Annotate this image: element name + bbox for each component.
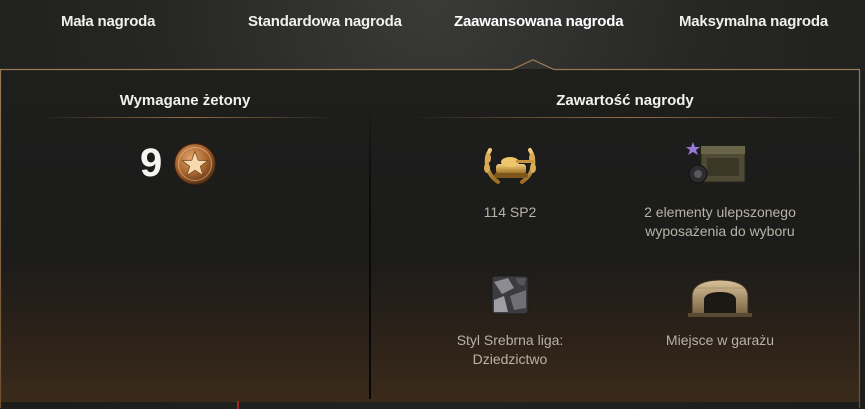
scroll-marker (237, 401, 239, 409)
reward-contents-title: Zawartość nagrody (556, 92, 694, 109)
tab-max-reward[interactable]: Maksymalna nagroda (679, 13, 828, 30)
tab-standard-reward[interactable]: Standardowa nagroda (248, 13, 402, 30)
reward-item-garage-slot[interactable]: Miejsce w garażu (640, 272, 800, 352)
star-token-icon (173, 142, 217, 186)
reward-item-style[interactable]: Styl Srebrna liga: Dziedzictwo (430, 272, 590, 372)
reward-item-equipment[interactable]: 2 elementy ulepszonego wyposażenia do wy… (615, 138, 825, 239)
style-camo-icon (491, 275, 529, 315)
reward-label: 114 SP2 (483, 204, 537, 220)
reward-tabs: Mała nagroda Standardowa nagroda Zaawans… (0, 0, 865, 48)
reward-label: Miejsce w garażu (665, 332, 775, 348)
reward-item-vehicle[interactable]: 114 SP2 (430, 138, 590, 220)
tank-laurel-icon (484, 148, 536, 184)
tab-small-reward[interactable]: Mała nagroda (61, 13, 155, 30)
reward-label: 2 elementy ulepszonego wyposażenia do wy… (644, 204, 796, 239)
reward-label: Styl Srebrna liga: Dziedzictwo (456, 332, 564, 367)
title-underline (38, 117, 338, 118)
required-tokens-title: Wymagane żetony (119, 92, 251, 109)
equipment-crate-icon (686, 142, 746, 184)
column-divider (369, 104, 371, 399)
title-underline (408, 117, 848, 118)
tab-advanced-reward[interactable]: Zaawansowana nagroda (454, 13, 624, 30)
garage-slot-icon (688, 279, 752, 317)
token-count: 9 (140, 141, 163, 185)
